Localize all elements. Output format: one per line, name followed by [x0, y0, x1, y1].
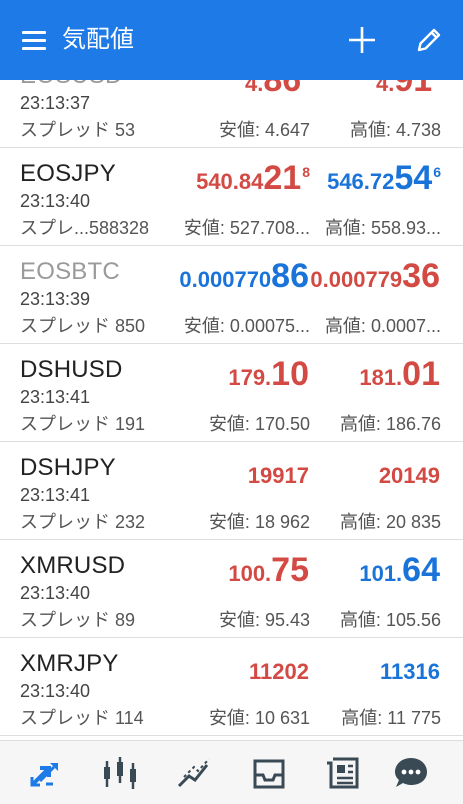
high-price: 高値: 0.0007...	[324, 316, 441, 336]
newspaper-icon[interactable]	[323, 753, 363, 793]
low-price: 安値: 10 631	[208, 708, 310, 728]
spread-label: スプレッド 191	[20, 414, 146, 434]
spread-label: スプレッド 850	[20, 316, 146, 336]
chat-bubble-icon[interactable]	[391, 753, 431, 793]
plus-icon[interactable]	[346, 24, 378, 56]
quote-time: 23:13:41	[20, 485, 91, 505]
symbol-name: EOSJPY	[20, 160, 116, 187]
quote-time: 23:13:37	[20, 93, 91, 113]
inbox-tray-icon[interactable]	[249, 753, 289, 793]
quote-row-eosbtc[interactable]: EOSBTC 23:13:39 スプレッド 850 0.00077086 0.0…	[0, 246, 463, 344]
bid-price: 540.84218	[196, 159, 310, 197]
quotes-arrows-icon[interactable]	[26, 753, 66, 793]
ask-price: 20149	[378, 463, 440, 488]
low-price: 安値: 4.647	[218, 120, 310, 140]
quote-row-dshusd[interactable]: DSHUSD 23:13:41 スプレッド 191 179.10 181.01 …	[0, 344, 463, 442]
page-title: 気配値	[62, 26, 134, 53]
ask-price: 181.01	[359, 355, 440, 393]
low-price: 安値: 170.50	[208, 414, 310, 434]
bid-price: 19917	[247, 463, 309, 488]
candlestick-chart-icon[interactable]	[100, 753, 140, 793]
high-price: 高値: 4.738	[349, 120, 441, 140]
ask-price: 546.72546	[327, 159, 441, 197]
high-price: 高値: 11 775	[341, 708, 441, 728]
quote-row-xmrusd[interactable]: XMRUSD 23:13:40 スプレッド 89 100.75 101.64 安…	[0, 540, 463, 638]
low-price: 安値: 527.708...	[183, 218, 310, 238]
quote-row-eosjpy[interactable]: EOSJPY 23:13:40 スプレ...588328 540.84218 5…	[0, 148, 463, 246]
quote-row-dshjpy[interactable]: DSHJPY 23:13:41 スプレッド 232 19917 20149 安値…	[0, 442, 463, 540]
high-price: 高値: 186.76	[339, 414, 441, 434]
low-price: 安値: 18 962	[208, 512, 310, 532]
quote-time: 23:13:40	[20, 583, 91, 603]
spread-label: スプレッド 53	[20, 120, 136, 140]
symbol-name: XMRJPY	[20, 650, 119, 677]
symbol-name: EOSBTC	[20, 258, 120, 285]
high-price: 高値: 20 835	[339, 512, 441, 532]
spread-label: スプレッド 89	[20, 610, 136, 630]
quote-time: 23:13:41	[20, 387, 91, 407]
symbol-name: XMRUSD	[20, 552, 126, 579]
spread-label: スプレッド 232	[20, 512, 146, 532]
quote-row-xmrjpy[interactable]: XMRJPY 23:13:40 スプレッド 114 11202 11316 安値…	[0, 638, 463, 736]
menu-icon[interactable]	[22, 30, 48, 50]
pencil-icon[interactable]	[413, 24, 445, 56]
bid-price: 11202	[249, 659, 309, 684]
bid-price: 100.75	[228, 551, 309, 589]
trade-trend-icon[interactable]	[174, 753, 214, 793]
symbol-name: DSHUSD	[20, 356, 123, 383]
high-price: 高値: 105.56	[339, 610, 441, 630]
quote-time: 23:13:39	[20, 289, 91, 309]
bid-price: 0.00077086	[179, 257, 309, 295]
quote-time: 23:13:40	[20, 681, 91, 701]
high-price: 高値: 558.93...	[324, 218, 441, 238]
quote-list[interactable]: EOSUSD 23:13:37 スプレッド 53 4.861 4.914 安値:…	[0, 50, 463, 740]
low-price: 安値: 95.43	[218, 610, 310, 630]
low-price: 安値: 0.00075...	[183, 316, 310, 336]
symbol-name: DSHJPY	[20, 454, 116, 481]
spread-label: スプレ...588328	[20, 218, 150, 238]
ask-price: 101.64	[359, 551, 440, 589]
ask-price: 11316	[380, 659, 440, 684]
spread-label: スプレッド 114	[20, 708, 144, 728]
ask-price: 0.00077936	[310, 257, 440, 295]
bid-price: 179.10	[228, 355, 309, 393]
bottom-navigation	[0, 740, 463, 804]
quote-time: 23:13:40	[20, 191, 91, 211]
app-bar: 気配値	[0, 0, 463, 80]
